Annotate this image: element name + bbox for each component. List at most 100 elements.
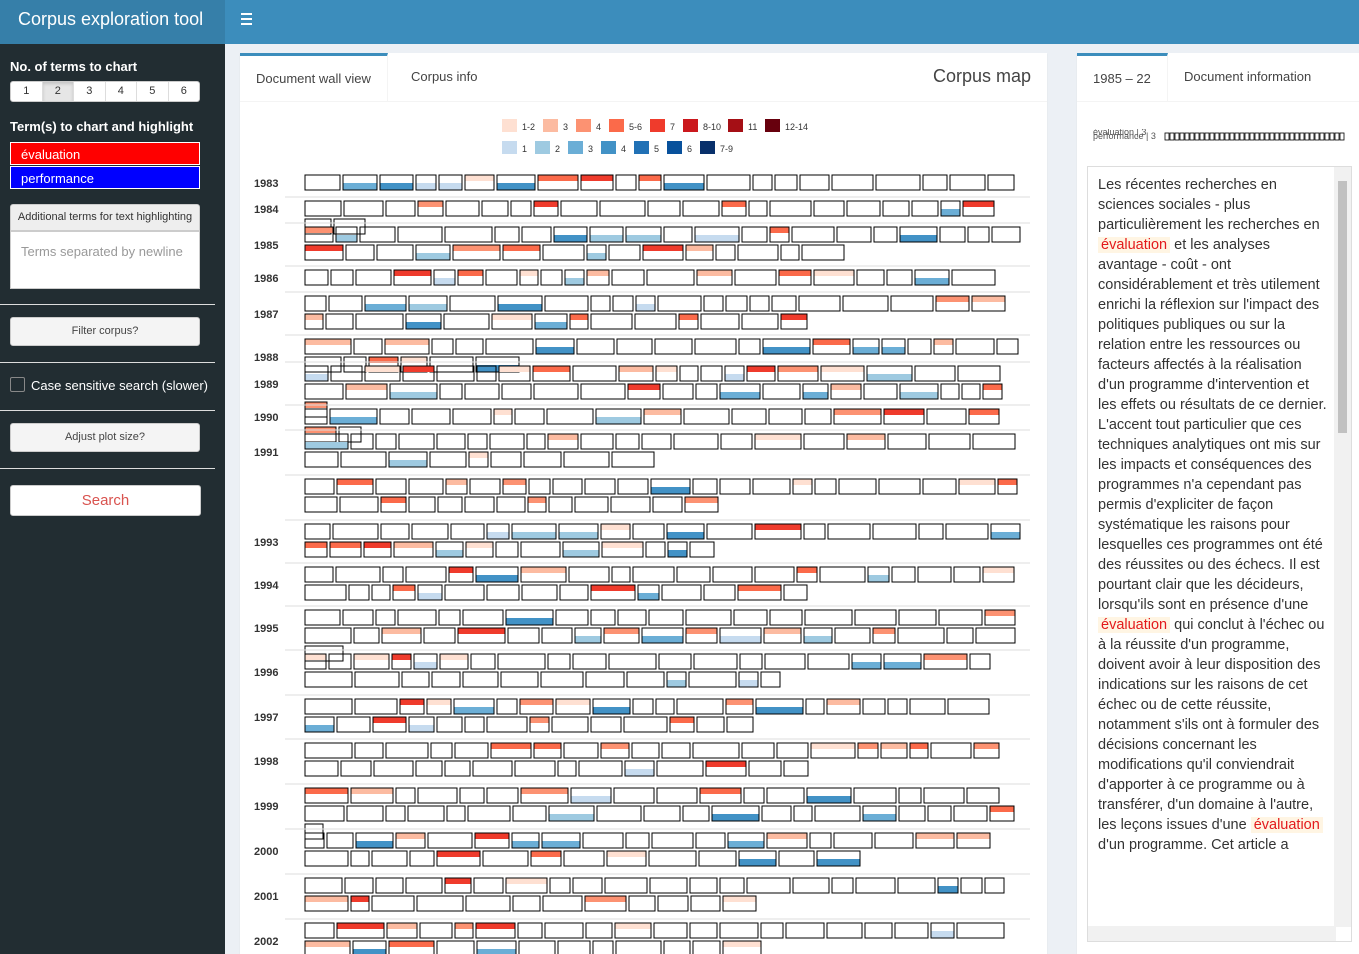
document-tile[interactable] bbox=[534, 313, 568, 330]
document-tile[interactable] bbox=[304, 742, 353, 759]
document-tile[interactable] bbox=[415, 174, 437, 191]
document-tile[interactable] bbox=[436, 940, 475, 954]
document-tile[interactable] bbox=[386, 922, 418, 939]
document-tile[interactable] bbox=[388, 451, 428, 468]
document-tile[interactable] bbox=[927, 805, 952, 822]
document-tile[interactable] bbox=[611, 566, 631, 583]
document-tile[interactable] bbox=[459, 787, 485, 804]
document-tile[interactable] bbox=[649, 877, 688, 894]
document-tile[interactable] bbox=[685, 244, 714, 261]
document-tile[interactable] bbox=[652, 496, 683, 513]
document-tile[interactable] bbox=[457, 627, 506, 644]
case-sensitive-checkbox[interactable] bbox=[10, 377, 25, 392]
document-tile[interactable] bbox=[836, 226, 872, 243]
document-tile[interactable] bbox=[807, 653, 850, 670]
document-tile[interactable] bbox=[375, 433, 397, 450]
document-tile[interactable] bbox=[663, 174, 705, 191]
document-tile[interactable] bbox=[741, 226, 768, 243]
document-tile[interactable] bbox=[470, 653, 496, 670]
document-tile[interactable] bbox=[304, 383, 344, 400]
document-tile[interactable] bbox=[872, 523, 917, 540]
document-tile[interactable] bbox=[939, 226, 966, 243]
document-tile[interactable] bbox=[982, 383, 1003, 400]
document-tile[interactable] bbox=[590, 609, 616, 626]
document-tile[interactable] bbox=[363, 541, 392, 558]
document-tile[interactable] bbox=[696, 269, 733, 286]
document-tile[interactable] bbox=[511, 523, 557, 540]
document-tile[interactable] bbox=[798, 295, 841, 312]
document-tile[interactable] bbox=[785, 922, 825, 939]
document-tile[interactable] bbox=[348, 584, 370, 601]
document-tile[interactable] bbox=[960, 877, 983, 894]
document-tile[interactable] bbox=[617, 478, 649, 495]
document-tile[interactable] bbox=[625, 226, 662, 243]
document-tile[interactable] bbox=[486, 716, 528, 733]
document-tile[interactable] bbox=[505, 877, 548, 894]
document-tile[interactable] bbox=[703, 295, 724, 312]
document-tile[interactable] bbox=[586, 269, 610, 286]
document-tile[interactable] bbox=[684, 496, 719, 513]
document-tile[interactable] bbox=[304, 940, 351, 954]
document-tile[interactable] bbox=[856, 269, 885, 286]
document-tile[interactable] bbox=[544, 295, 589, 312]
document-tile[interactable] bbox=[635, 295, 656, 312]
document-tile[interactable] bbox=[411, 408, 451, 425]
terms-count-option-3[interactable]: 3 bbox=[74, 82, 106, 101]
document-tile[interactable] bbox=[304, 244, 344, 261]
document-tile[interactable] bbox=[584, 895, 627, 912]
document-tile[interactable] bbox=[984, 877, 1005, 894]
document-tile[interactable] bbox=[864, 922, 893, 939]
document-tile[interactable] bbox=[304, 895, 349, 912]
document-tile[interactable] bbox=[343, 356, 367, 373]
document-tile[interactable] bbox=[898, 787, 922, 804]
document-tile[interactable] bbox=[694, 226, 740, 243]
document-tile[interactable] bbox=[951, 269, 996, 286]
document-tile[interactable] bbox=[799, 174, 830, 191]
document-tile[interactable] bbox=[408, 295, 448, 312]
document-tile[interactable] bbox=[405, 877, 443, 894]
adjust-plot-size-button[interactable]: Adjust plot size? bbox=[10, 423, 200, 452]
document-tile[interactable] bbox=[610, 496, 651, 513]
document-tile[interactable] bbox=[304, 523, 331, 540]
document-tile[interactable] bbox=[791, 226, 835, 243]
document-tile[interactable] bbox=[398, 433, 435, 450]
document-tile[interactable] bbox=[930, 742, 972, 759]
document-tile[interactable] bbox=[436, 365, 475, 382]
document-tile[interactable] bbox=[887, 433, 927, 450]
document-tile[interactable] bbox=[608, 244, 641, 261]
document-tile[interactable] bbox=[734, 269, 777, 286]
document-tile[interactable] bbox=[831, 174, 874, 191]
document-tile[interactable] bbox=[473, 877, 504, 894]
document-tile[interactable] bbox=[909, 698, 946, 715]
document-tile[interactable] bbox=[449, 295, 496, 312]
document-tile[interactable] bbox=[397, 609, 437, 626]
document-tile[interactable] bbox=[692, 478, 718, 495]
document-tile[interactable] bbox=[452, 408, 492, 425]
document-tile[interactable] bbox=[574, 627, 602, 644]
document-tile[interactable] bbox=[991, 226, 1021, 243]
document-tile[interactable] bbox=[935, 295, 970, 312]
document-tile[interactable] bbox=[945, 523, 989, 540]
document-tile[interactable] bbox=[909, 742, 929, 759]
document-tile[interactable] bbox=[846, 433, 886, 450]
document-tile[interactable] bbox=[507, 627, 540, 644]
document-tile[interactable] bbox=[444, 584, 485, 601]
document-tile[interactable] bbox=[689, 922, 718, 939]
document-tile[interactable] bbox=[336, 478, 374, 495]
document-tile[interactable] bbox=[547, 433, 579, 450]
document-tile[interactable] bbox=[894, 922, 929, 939]
document-tile[interactable] bbox=[883, 408, 925, 425]
document-tile[interactable] bbox=[831, 877, 854, 894]
document-tile[interactable] bbox=[926, 408, 967, 425]
document-tile[interactable] bbox=[526, 433, 546, 450]
document-tile[interactable] bbox=[762, 383, 801, 400]
document-tile[interactable] bbox=[533, 200, 559, 217]
document-tile[interactable] bbox=[486, 787, 519, 804]
document-tile[interactable] bbox=[774, 174, 798, 191]
document-tile[interactable] bbox=[549, 877, 571, 894]
document-tile[interactable] bbox=[600, 523, 631, 540]
document-tile[interactable] bbox=[793, 805, 813, 822]
document-tile[interactable] bbox=[673, 433, 719, 450]
document-tile[interactable] bbox=[646, 269, 695, 286]
document-tile[interactable] bbox=[656, 760, 704, 777]
